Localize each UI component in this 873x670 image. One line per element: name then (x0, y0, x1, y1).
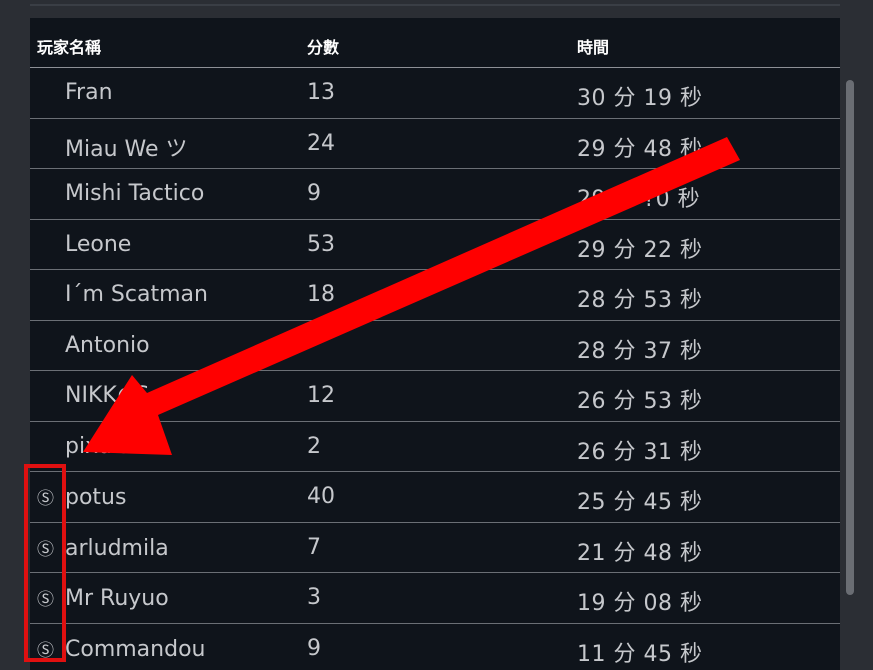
table-row: Miau We ツ 24 29 分 48 秒 (30, 119, 840, 169)
player-score: 9 (307, 635, 321, 661)
player-score: 18 (307, 282, 335, 307)
steam-badge-icon: Ⓢ (37, 590, 54, 610)
player-name: Antonio (37, 333, 150, 358)
table-row: Ⓢ Mr Ruyuo 3 19 分 08 秒 (30, 573, 840, 624)
player-score: 3 (307, 585, 321, 610)
player-name: I´m Scatman (37, 282, 208, 307)
player-name: Miau We ツ (37, 131, 188, 163)
player-time: 29 分 ?0 秒 (577, 187, 701, 212)
table-header: 玩家名稱 分數 時間 (30, 18, 840, 68)
player-name: Ⓢ Mr Ruyuo (37, 585, 169, 611)
top-divider (30, 4, 840, 6)
player-score: 13 (307, 80, 335, 105)
table-row: Ⓢ Commandou 9 11 分 45 秒 (30, 624, 840, 670)
player-name: NIKK⊕S (37, 383, 149, 408)
player-name-text: Fran (65, 80, 113, 105)
header-score: 分數 (307, 38, 340, 57)
player-name: Fran (37, 80, 113, 105)
steam-badge-icon: Ⓢ (37, 640, 54, 661)
player-name-text: I´m Scatman (65, 282, 208, 307)
table-row: Fran 13 30 分 19 秒 (30, 68, 840, 119)
player-name-text: Leone (65, 231, 132, 257)
player-time: 26 分 31 秒 (577, 439, 703, 465)
steam-badge-icon: Ⓢ (37, 539, 54, 560)
scoreboard-panel: 玩家名稱 分數 時間 Fran 13 30 分 19 秒 Miau We ツ 2… (30, 18, 840, 670)
table-row: Antonio 28 分 37 秒 (30, 321, 840, 371)
player-name-text: Commandou (65, 636, 206, 662)
player-score: 53 (307, 231, 335, 257)
player-time: 26 分 53 秒 (577, 389, 703, 414)
table-row: Ⓢarludmila 7 21 分 48 秒 (30, 523, 840, 573)
player-time: 11 分 45 秒 (577, 641, 703, 667)
player-name: pixula (37, 434, 132, 459)
table-row: Ⓢpotus 40 25 分 45 秒 (30, 472, 840, 523)
player-name: Ⓢarludmila (37, 535, 169, 561)
header-time: 時間 (577, 38, 610, 57)
steam-badge-icon: Ⓢ (37, 489, 54, 509)
player-time: 28 分 53 秒 (577, 288, 703, 313)
scrollbar[interactable] (846, 80, 854, 595)
player-name-text: arludmila (65, 535, 169, 561)
player-time: 25 分 45 秒 (577, 490, 703, 515)
table-row: pixula 2 26 分 31 秒 (30, 422, 840, 472)
page: 玩家名稱 分數 時間 Fran 13 30 分 19 秒 Miau We ツ 2… (0, 0, 873, 670)
table-row: Leone 53 29 分 22 秒 (30, 220, 840, 270)
player-time: 28 分 37 秒 (577, 338, 703, 364)
player-time: 29 分 22 秒 (577, 237, 703, 263)
player-score: 2 (307, 433, 321, 459)
table-body: Fran 13 30 分 19 秒 Miau We ツ 24 29 分 48 秒… (30, 68, 840, 670)
player-name-text: NIKK⊕S (65, 383, 150, 408)
player-time: 29 分 48 秒 (577, 136, 703, 162)
header-player-name: 玩家名稱 (37, 38, 102, 57)
player-score: 24 (307, 130, 335, 156)
player-name: Leone (37, 232, 131, 257)
player-name-text: pixula (65, 433, 132, 459)
player-time: 30 分 19 秒 (577, 86, 703, 111)
table-row: Mishi Tactico 9 29 分 ?0 秒 (30, 169, 840, 220)
player-name-text: potus (65, 485, 127, 510)
player-name-text: Mr Ruyuo (65, 586, 169, 611)
player-name-text: Mishi Tactico (65, 181, 205, 206)
player-score: 12 (307, 383, 335, 408)
player-name: Ⓢpotus (37, 484, 126, 510)
player-score: 40 (307, 484, 335, 509)
table-row: I´m Scatman 18 28 分 53 秒 (30, 270, 840, 321)
player-time: 21 分 48 秒 (577, 540, 703, 566)
player-name-text: Antonio (65, 332, 150, 358)
player-name: Ⓢ Commandou (37, 636, 205, 662)
player-score: 9 (307, 181, 321, 206)
player-time: 19 分 08 秒 (577, 591, 703, 616)
player-score: 7 (307, 534, 321, 560)
table-row: NIKK⊕S 12 26 分 53 秒 (30, 371, 840, 422)
player-name: Mishi Tactico (37, 181, 204, 206)
player-name-text: Miau We ツ (65, 136, 188, 162)
